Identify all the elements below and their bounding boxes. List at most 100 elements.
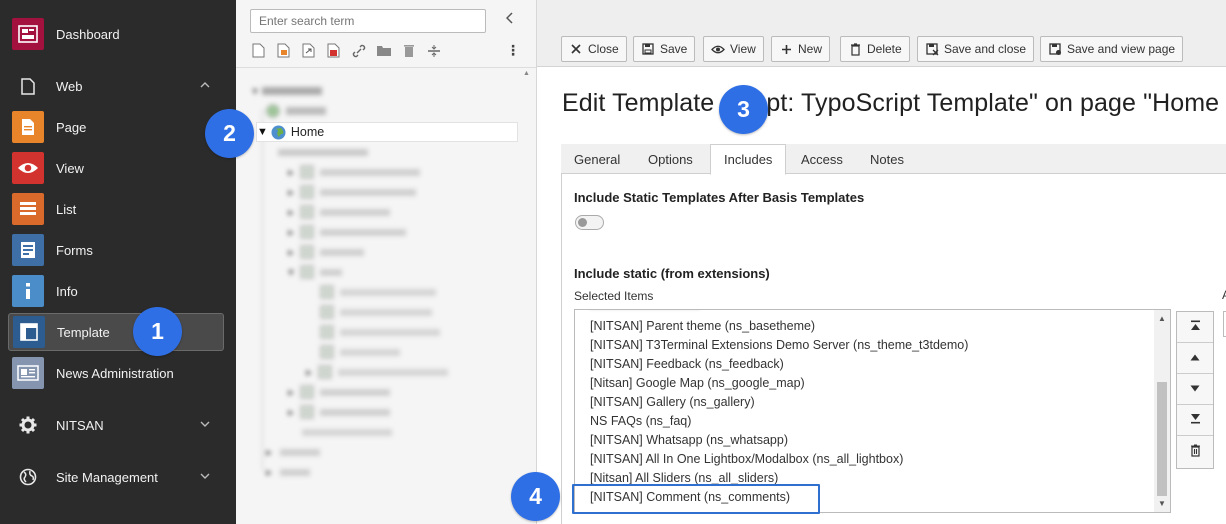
selected-items-label: Selected Items <box>574 289 654 303</box>
new-template-page-icon[interactable] <box>275 42 292 59</box>
module-label: Web <box>56 78 83 94</box>
save-icon <box>641 42 655 56</box>
step-badge-2: 2 <box>205 109 254 158</box>
tab-label: Options <box>648 151 693 167</box>
view-eye-icon <box>711 42 725 56</box>
module-label: List <box>56 201 77 217</box>
chevron-up-icon <box>200 79 210 91</box>
tab-label: Notes <box>870 151 904 167</box>
module-label: Info <box>56 283 78 299</box>
button-label: Close <box>588 42 619 56</box>
folder-icon[interactable] <box>375 42 392 59</box>
globe-icon <box>12 461 44 493</box>
module-page[interactable]: Page <box>8 108 224 146</box>
tab-general[interactable]: General <box>561 144 633 174</box>
info-icon <box>12 275 44 307</box>
scroll-down-icon[interactable]: ▼ <box>1158 499 1166 508</box>
list-scrollbar[interactable]: ▲ ▼ <box>1154 310 1170 512</box>
module-label: View <box>56 160 84 176</box>
page-title: Edit Template pt: TypoScript Template" on… <box>562 89 1219 118</box>
module-view[interactable]: View <box>8 149 224 187</box>
plus-icon <box>779 42 793 56</box>
include-after-basis-label: Include Static Templates After Basis Tem… <box>574 190 865 205</box>
include-static-label: Include static (from extensions) <box>574 266 770 281</box>
new-shortcut-page-icon[interactable] <box>325 42 342 59</box>
module-info[interactable]: Info <box>8 272 224 310</box>
save-and-close-button[interactable]: Save and close <box>917 36 1035 62</box>
chevron-down-icon <box>200 470 210 482</box>
save-view-icon <box>1048 42 1062 56</box>
save-and-view-page-button[interactable]: Save and view page <box>1040 36 1184 62</box>
collapse-tree-icon[interactable] <box>505 11 514 27</box>
module-group-site-management[interactable]: Site Management <box>8 458 224 496</box>
module-label: News Administration <box>56 365 174 381</box>
step-badge-3: 3 <box>719 85 768 134</box>
divider-icon[interactable] <box>425 42 442 59</box>
tab-notes[interactable]: Notes <box>857 144 917 174</box>
module-label: NITSAN <box>56 417 104 433</box>
page-title-end: pt: TypoScript Template" on page "Home <box>766 89 1220 117</box>
doc-header-toolbar: Close Save View New Delete Save and clos… <box>537 0 1226 67</box>
page-module-icon <box>12 111 44 143</box>
news-icon <box>12 357 44 389</box>
list-item[interactable]: [NITSAN] T3Terminal Extensions Demo Serv… <box>590 338 968 352</box>
step-badge-1: 1 <box>133 307 182 356</box>
list-item[interactable]: [NITSAN] Parent theme (ns_basetheme) <box>590 319 815 333</box>
tab-includes[interactable]: Includes <box>710 144 787 175</box>
save-button[interactable]: Save <box>633 36 696 62</box>
move-down-button[interactable] <box>1177 374 1213 405</box>
close-icon <box>569 42 583 56</box>
trash-icon[interactable] <box>400 42 417 59</box>
move-top-icon <box>1190 320 1201 334</box>
module-label: Page <box>56 119 87 135</box>
module-dashboard[interactable]: Dashboard <box>8 15 224 53</box>
tree-node-home[interactable]: ▼ Home <box>256 122 518 142</box>
remove-item-button[interactable] <box>1177 436 1213 467</box>
module-forms[interactable]: Forms <box>8 231 224 269</box>
list-item[interactable]: [NITSAN] Feedback (ns_feedback) <box>590 357 784 371</box>
more-options-icon[interactable]: ⋮ <box>506 42 520 59</box>
selected-items-list[interactable]: [NITSAN] Parent theme (ns_basetheme) [NI… <box>574 309 1171 513</box>
list-item[interactable]: [Nitsan] Google Map (ns_google_map) <box>590 376 805 390</box>
module-news-administration[interactable]: News Administration <box>8 354 224 392</box>
tree-scrollbar[interactable]: ▲ ▼ <box>522 70 532 520</box>
scrollbar-thumb[interactable] <box>1157 382 1167 496</box>
move-bottom-icon <box>1190 413 1201 427</box>
module-list[interactable]: List <box>8 190 224 228</box>
include-after-basis-toggle[interactable] <box>575 215 604 230</box>
scroll-up-icon[interactable]: ▲ <box>1158 314 1166 323</box>
highlight-comment-item <box>572 484 820 514</box>
content-area: Close Save View New Delete Save and clos… <box>537 0 1226 524</box>
module-label: Forms <box>56 242 93 258</box>
view-button[interactable]: View <box>703 36 764 62</box>
new-button[interactable]: New <box>771 36 831 62</box>
remove-trash-icon <box>1190 443 1201 460</box>
tab-access[interactable]: Access <box>788 144 856 174</box>
delete-button[interactable]: Delete <box>840 36 910 62</box>
tab-options[interactable]: Options <box>635 144 706 174</box>
module-group-web[interactable]: Web <box>8 67 224 105</box>
button-label: Save and close <box>944 42 1027 56</box>
list-item[interactable]: [Nitsan] All Sliders (ns_all_sliders) <box>590 471 778 485</box>
expand-toggle-icon[interactable]: ▼ <box>257 126 268 138</box>
list-item[interactable]: [NITSAN] Whatsapp (ns_whatsapp) <box>590 433 788 447</box>
step-badge-4: 4 <box>511 472 560 521</box>
list-item[interactable]: [NITSAN] Gallery (ns_gallery) <box>590 395 755 409</box>
close-button[interactable]: Close <box>561 36 627 62</box>
list-item[interactable]: [NITSAN] All In One Lightbox/Modalbox (n… <box>590 452 903 466</box>
globe-site-icon <box>271 125 286 140</box>
module-label: Dashboard <box>56 26 120 42</box>
module-group-nitsan[interactable]: NITSAN <box>8 406 224 444</box>
tree-search-input[interactable] <box>250 9 486 33</box>
link-icon[interactable] <box>350 42 367 59</box>
tab-label: Includes <box>724 152 773 167</box>
new-page-icon[interactable] <box>250 42 267 59</box>
gear-icon <box>12 409 44 441</box>
new-link-page-icon[interactable] <box>300 42 317 59</box>
move-top-button[interactable] <box>1177 312 1213 343</box>
move-up-button[interactable] <box>1177 343 1213 374</box>
module-template[interactable]: Template <box>8 313 224 351</box>
list-item[interactable]: NS FAQs (ns_faq) <box>590 414 691 428</box>
list-icon <box>12 193 44 225</box>
move-bottom-button[interactable] <box>1177 405 1213 436</box>
